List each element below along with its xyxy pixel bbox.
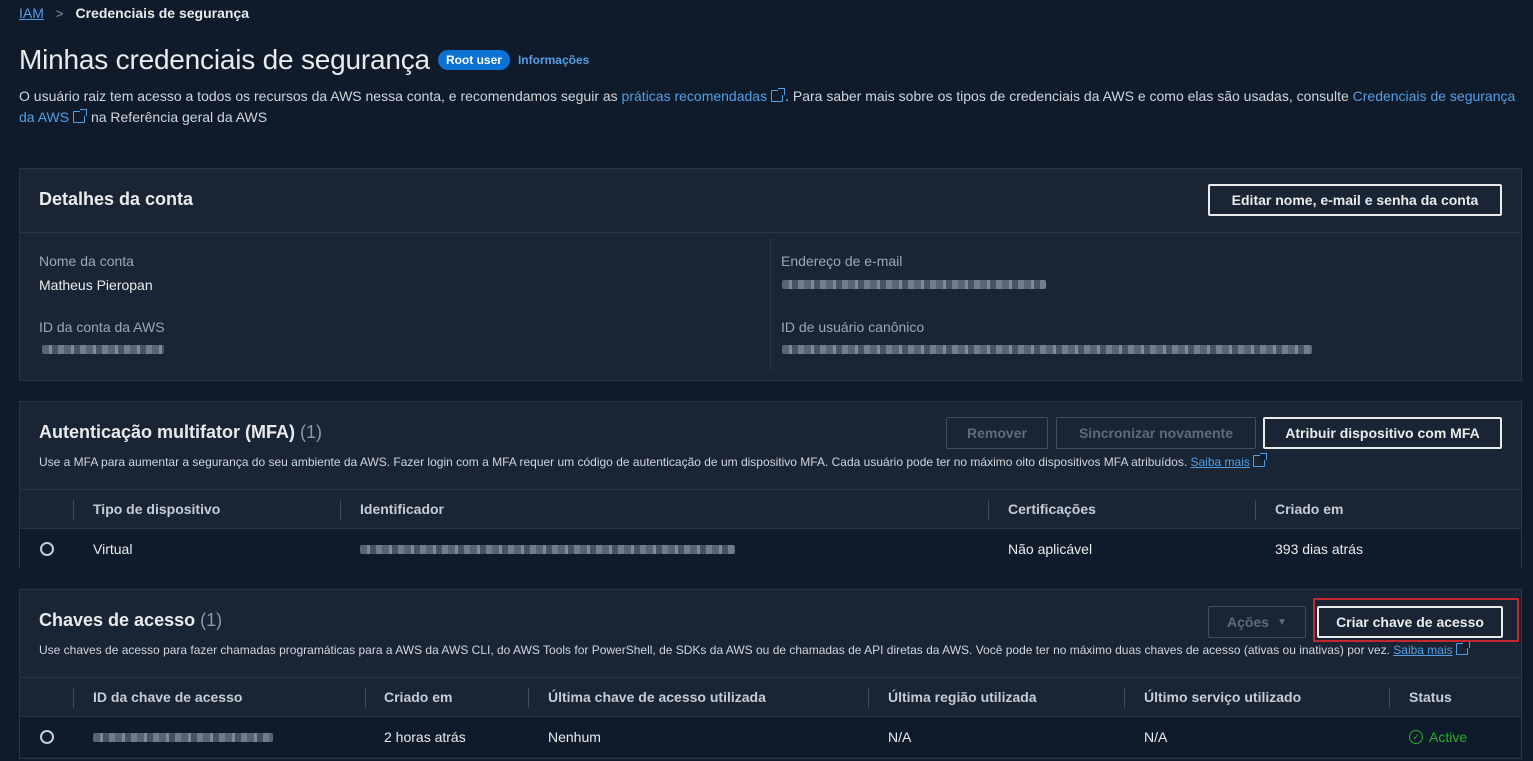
mfa-description: Use a MFA para aumentar a segurança do s… xyxy=(39,453,1267,469)
mfa-col-identifier[interactable]: Identificador xyxy=(360,501,444,517)
external-link-icon xyxy=(771,88,786,102)
column-separator xyxy=(340,500,341,520)
column-divider xyxy=(770,239,771,371)
actions-dropdown-button[interactable]: Ações ▼ xyxy=(1208,606,1306,638)
page-title: Minhas credenciais de segurança xyxy=(19,44,430,75)
page-description: O usuário raiz tem acesso a todos os rec… xyxy=(19,86,1519,128)
keys-col-status[interactable]: Status xyxy=(1409,689,1452,705)
mfa-col-created[interactable]: Criado em xyxy=(1275,501,1343,517)
access-key-last-region: N/A xyxy=(888,729,912,745)
column-separator xyxy=(528,688,529,708)
canonical-id-redacted xyxy=(782,345,1312,354)
external-link-icon xyxy=(1252,453,1267,467)
column-separator xyxy=(365,688,366,708)
actions-label: Ações xyxy=(1227,614,1270,630)
access-keys-description-text: Use chaves de acesso para fazer chamadas… xyxy=(39,643,1390,657)
mfa-learn-more-link[interactable]: Saiba mais xyxy=(1191,455,1250,469)
mfa-description-text: Use a MFA para aumentar a segurança do s… xyxy=(39,455,1188,469)
mfa-table-header: Tipo de dispositivo Identificador Certif… xyxy=(20,489,1521,529)
divider xyxy=(20,232,1521,233)
external-link-icon xyxy=(73,109,88,123)
external-link-icon xyxy=(1455,641,1470,655)
status-badge: ✓ Active xyxy=(1409,729,1467,745)
column-separator xyxy=(1389,688,1390,708)
check-circle-icon: ✓ xyxy=(1409,730,1423,744)
access-keys-count: (1) xyxy=(200,610,223,630)
keys-col-last-service[interactable]: Último serviço utilizado xyxy=(1144,689,1301,705)
account-name-label: Nome da conta xyxy=(39,253,134,269)
mfa-row-radio[interactable] xyxy=(40,542,54,556)
keys-col-id[interactable]: ID da chave de acesso xyxy=(93,689,242,705)
access-keys-panel: Chaves de acesso (1) Use chaves de acess… xyxy=(19,589,1522,759)
account-id-redacted xyxy=(42,345,164,354)
account-details-title: Detalhes da conta xyxy=(39,189,194,209)
mfa-count: (1) xyxy=(300,422,323,442)
page-header: Minhas credenciais de segurança Root use… xyxy=(19,44,589,76)
access-key-last-service: N/A xyxy=(1144,729,1168,745)
access-keys-title-text: Chaves de acesso xyxy=(39,610,196,630)
mfa-col-certifications[interactable]: Certificações xyxy=(1008,501,1096,517)
description-text-1: O usuário raiz tem acesso a todos os rec… xyxy=(19,88,622,104)
mfa-title: Autenticação multifator (MFA) (1) xyxy=(39,422,322,443)
keys-col-last-used[interactable]: Última chave de acesso utilizada xyxy=(548,689,766,705)
chevron-right-icon: > xyxy=(55,5,64,21)
column-separator xyxy=(73,500,74,520)
caret-down-icon: ▼ xyxy=(1277,616,1287,628)
access-key-id-redacted xyxy=(93,733,273,742)
column-separator xyxy=(1255,500,1256,520)
remove-mfa-button[interactable]: Remover xyxy=(946,417,1048,449)
keys-learn-more-link[interactable]: Saiba mais xyxy=(1393,643,1452,657)
access-keys-title: Chaves de acesso (1) xyxy=(39,610,222,631)
table-row: 2 horas atrás Nenhum N/A N/A ✓ Active xyxy=(20,717,1521,757)
keys-col-last-region[interactable]: Última região utilizada xyxy=(888,689,1037,705)
breadcrumb: IAM > Credenciais de segurança xyxy=(19,5,249,21)
best-practices-link[interactable]: práticas recomendadas xyxy=(622,88,768,104)
create-key-highlight xyxy=(1313,598,1519,642)
mfa-identifier-redacted xyxy=(360,545,735,554)
status-text: Active xyxy=(1429,729,1468,745)
access-keys-table-header: ID da chave de acesso Criado em Última c… xyxy=(20,677,1521,717)
account-name-value: Matheus Pieropan xyxy=(39,277,153,293)
access-key-last-used: Nenhum xyxy=(548,729,601,745)
mfa-panel: Autenticação multifator (MFA) (1) Use a … xyxy=(19,401,1522,569)
account-details-panel: Detalhes da conta Editar nome, e-mail e … xyxy=(19,168,1522,381)
email-redacted xyxy=(782,280,1046,289)
column-separator xyxy=(988,500,989,520)
resync-mfa-button[interactable]: Sincronizar novamente xyxy=(1056,417,1256,449)
edit-account-button[interactable]: Editar nome, e-mail e senha da conta xyxy=(1208,184,1502,216)
keys-col-created[interactable]: Criado em xyxy=(384,689,452,705)
column-separator xyxy=(73,688,74,708)
column-separator xyxy=(1124,688,1125,708)
email-label: Endereço de e-mail xyxy=(781,253,903,269)
mfa-device-type: Virtual xyxy=(93,541,133,557)
info-link[interactable]: Informações xyxy=(518,53,589,67)
account-id-label: ID da conta da AWS xyxy=(39,319,165,335)
mfa-col-type[interactable]: Tipo de dispositivo xyxy=(93,501,220,517)
canonical-id-label: ID de usuário canônico xyxy=(781,319,925,335)
table-row: Virtual Não aplicável 393 dias atrás xyxy=(20,529,1521,569)
breadcrumb-current: Credenciais de segurança xyxy=(75,5,250,21)
access-keys-description: Use chaves de acesso para fazer chamadas… xyxy=(39,641,1470,657)
description-text-3: na Referência geral da AWS xyxy=(87,109,268,125)
assign-mfa-button[interactable]: Atribuir dispositivo com MFA xyxy=(1263,417,1502,449)
access-key-row-radio[interactable] xyxy=(40,730,54,744)
mfa-title-text: Autenticação multifator (MFA) xyxy=(39,422,296,442)
description-text-2: . Para saber mais sobre os tipos de cred… xyxy=(785,88,1353,104)
breadcrumb-iam-link[interactable]: IAM xyxy=(19,5,44,21)
mfa-certifications: Não aplicável xyxy=(1008,541,1093,557)
access-key-created: 2 horas atrás xyxy=(384,729,466,745)
column-separator xyxy=(868,688,869,708)
mfa-created: 393 dias atrás xyxy=(1275,541,1363,557)
root-user-badge: Root user xyxy=(437,50,510,70)
